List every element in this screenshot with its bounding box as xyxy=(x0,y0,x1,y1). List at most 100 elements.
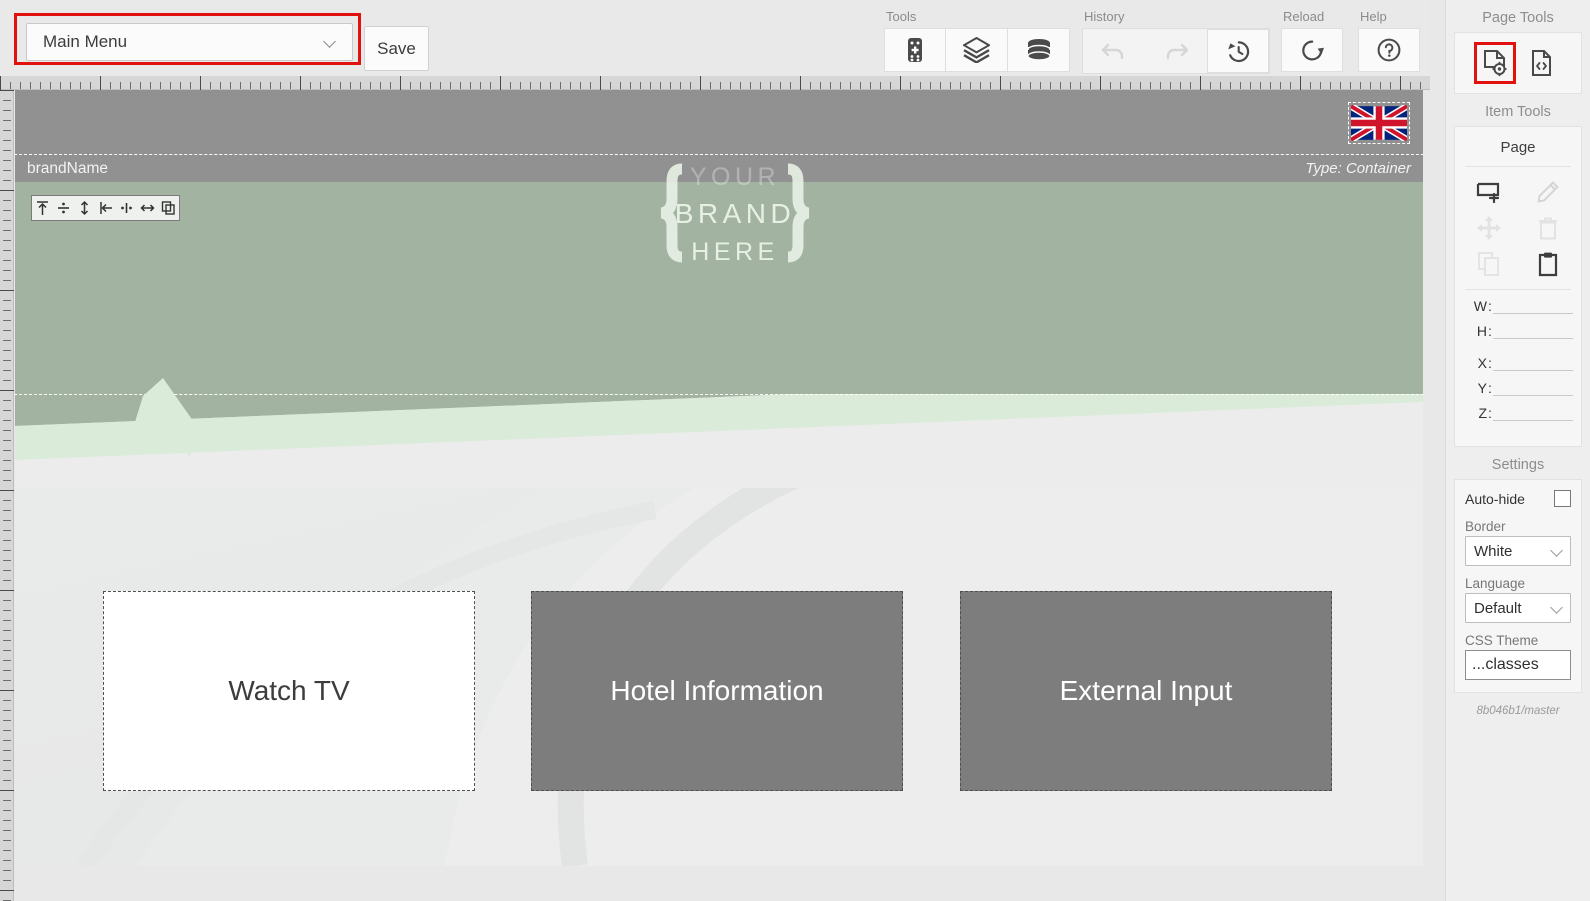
field-y-value[interactable] xyxy=(1493,380,1573,396)
field-y-key: Y xyxy=(1477,380,1487,396)
reload-button[interactable] xyxy=(1281,28,1343,72)
design-canvas[interactable]: brandName Type: Container YOUR BRAND HER… xyxy=(15,90,1423,866)
remote-control-icon xyxy=(908,38,922,62)
page-code-button[interactable] xyxy=(1520,42,1562,84)
canvas-top-strip xyxy=(15,90,1423,155)
page-settings-button[interactable] xyxy=(1474,42,1516,84)
move-arrows-icon xyxy=(1476,216,1501,240)
edit-item-button[interactable] xyxy=(1526,177,1570,207)
undo-button[interactable] xyxy=(1083,29,1145,73)
container-header-bar: brandName Type: Container xyxy=(15,155,1423,182)
align-top-icon[interactable] xyxy=(32,196,53,220)
align-left-icon[interactable] xyxy=(95,196,116,220)
field-x-value[interactable] xyxy=(1493,355,1573,371)
alignment-toolbar[interactable] xyxy=(31,195,180,221)
container-type-label: Type: Container xyxy=(1305,160,1411,177)
save-button-label: Save xyxy=(377,38,416,58)
database-tool-button[interactable] xyxy=(1008,28,1070,72)
container-body xyxy=(15,182,1423,394)
field-width-key: W xyxy=(1473,298,1487,314)
ruler-vertical xyxy=(0,90,14,901)
paste-clipboard-icon xyxy=(1538,252,1557,277)
question-circle-icon xyxy=(1377,38,1401,62)
field-height[interactable]: H : xyxy=(1463,323,1573,339)
reload-icon xyxy=(1301,40,1324,60)
container-name-label: brandName xyxy=(27,159,108,177)
right-sidebar: Page Tools Item Tools Page W: H: X: Y… xyxy=(1445,0,1590,901)
page-code-icon xyxy=(1532,50,1551,76)
add-item-button[interactable] xyxy=(1467,177,1511,207)
help-button[interactable] xyxy=(1358,28,1420,72)
toolgroup-reload: Reload xyxy=(1281,10,1343,72)
field-x-key: X xyxy=(1477,355,1487,371)
redo-button[interactable] xyxy=(1145,29,1207,73)
field-height-value[interactable] xyxy=(1493,323,1573,339)
page-selector[interactable]: Main Menu xyxy=(26,23,353,61)
language-select-value: Default xyxy=(1474,599,1522,617)
distribute-vertical-icon[interactable] xyxy=(74,196,95,220)
match-size-icon[interactable] xyxy=(158,196,179,220)
settings-panel: Auto-hide Border White Language Default … xyxy=(1454,479,1582,693)
field-x[interactable]: X : xyxy=(1463,355,1573,371)
align-middle-vertical-icon[interactable] xyxy=(53,196,74,220)
menu-tile-external-input[interactable]: External Input xyxy=(960,591,1332,791)
css-theme-input[interactable]: ...classes xyxy=(1465,650,1571,680)
toolgroup-tools: Tools xyxy=(884,10,1070,72)
language-select[interactable]: Default xyxy=(1465,593,1571,623)
item-tools-panel: Page W: H: X: Y: Z: xyxy=(1454,126,1582,447)
history-clock-icon xyxy=(1227,40,1249,62)
save-button[interactable]: Save xyxy=(364,26,429,71)
autohide-label: Auto-hide xyxy=(1465,490,1525,507)
ruler-horizontal xyxy=(0,76,1430,90)
css-theme-label: CSS Theme xyxy=(1465,633,1539,648)
field-z-value[interactable] xyxy=(1493,405,1573,421)
database-icon xyxy=(1026,39,1051,61)
distribute-horizontal-icon[interactable] xyxy=(137,196,158,220)
border-select-value: White xyxy=(1474,542,1513,560)
border-label: Border xyxy=(1465,519,1506,534)
border-select[interactable]: White xyxy=(1465,536,1571,566)
delete-item-button[interactable] xyxy=(1526,213,1570,243)
chevron-down-icon xyxy=(1550,601,1563,614)
field-height-key: H xyxy=(1476,323,1487,339)
page-tools-title: Page Tools xyxy=(1482,10,1554,26)
redo-icon xyxy=(1166,43,1189,60)
copy-icon xyxy=(1477,252,1499,276)
remote-control-tool-button[interactable] xyxy=(884,28,946,72)
css-theme-value: ...classes xyxy=(1472,656,1539,673)
page-tools-panel xyxy=(1454,32,1582,94)
menu-tile-label: Hotel Information xyxy=(610,675,824,706)
item-tools-title: Item Tools xyxy=(1485,104,1551,120)
dimension-fields: W : H : X : Y : Z: xyxy=(1455,298,1581,436)
menu-tile-label: External Input xyxy=(1059,675,1233,706)
field-width[interactable]: W : xyxy=(1463,298,1573,314)
menu-tile-hotel-information[interactable]: Hotel Information xyxy=(531,591,903,791)
layers-icon xyxy=(963,37,990,63)
align-center-horizontal-icon[interactable] xyxy=(116,196,137,220)
layers-tool-button[interactable] xyxy=(946,28,1008,72)
edit-pencil-icon xyxy=(1536,181,1559,203)
chevron-down-icon xyxy=(1550,544,1563,557)
toolgroup-history: History xyxy=(1082,10,1270,74)
move-item-button[interactable] xyxy=(1467,213,1511,243)
paste-item-button[interactable] xyxy=(1526,249,1570,279)
menu-tile-label: Watch TV xyxy=(228,675,350,706)
autohide-row: Auto-hide xyxy=(1465,490,1571,507)
uk-flag-icon[interactable] xyxy=(1348,102,1410,144)
settings-title: Settings xyxy=(1491,457,1545,473)
top-toolbar: Main Menu Save Tools History Reload Help xyxy=(0,0,1430,76)
item-tools-header: Page xyxy=(1465,133,1571,167)
copy-item-button[interactable] xyxy=(1467,249,1511,279)
version-label: 8b046b1/master xyxy=(1476,705,1560,717)
language-label: Language xyxy=(1465,576,1526,591)
page-settings-icon xyxy=(1484,50,1507,77)
field-y[interactable]: Y : xyxy=(1463,380,1573,396)
field-width-value[interactable] xyxy=(1493,298,1573,314)
chevron-down-icon xyxy=(323,35,336,48)
container-element[interactable]: brandName Type: Container xyxy=(15,154,1423,395)
autohide-checkbox[interactable] xyxy=(1554,490,1571,507)
field-z[interactable]: Z : xyxy=(1463,405,1573,421)
menu-tile-watch-tv[interactable]: Watch TV xyxy=(103,591,475,791)
history-button[interactable] xyxy=(1207,29,1269,73)
toolgroup-history-caption: History xyxy=(1084,9,1125,24)
